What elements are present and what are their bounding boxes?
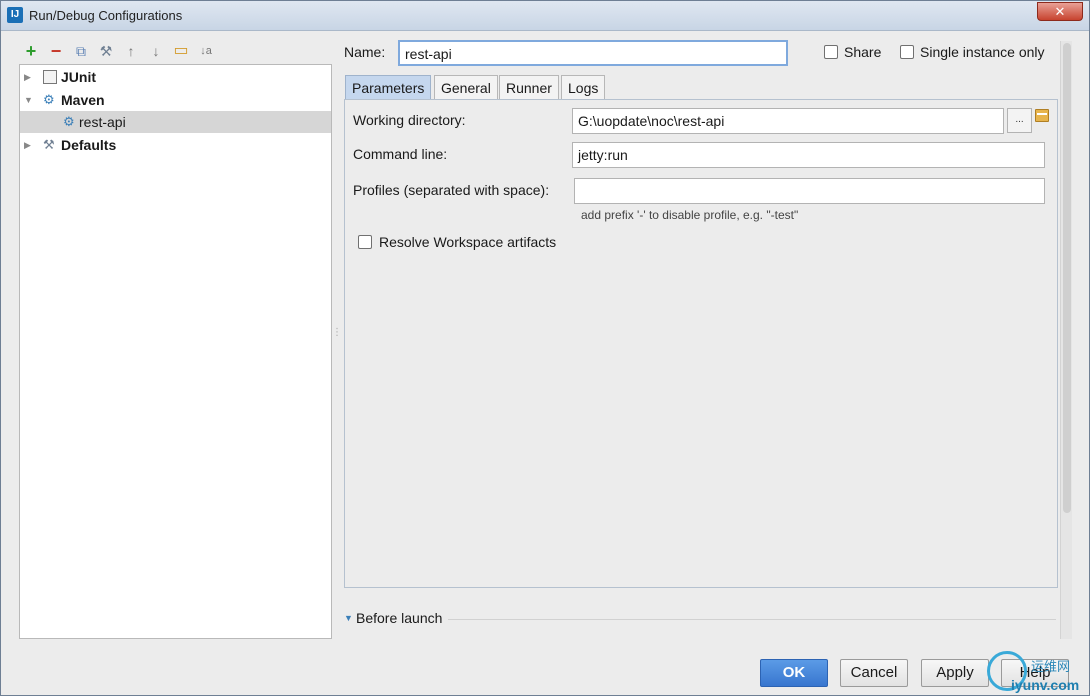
before-launch-divider [448, 619, 1056, 620]
vertical-scrollbar[interactable] [1060, 41, 1072, 639]
share-label: Share [844, 44, 882, 60]
cancel-button[interactable]: Cancel [840, 659, 908, 687]
tab-runner[interactable]: Runner [499, 75, 559, 100]
watermark-url: iyunv.com [1011, 677, 1080, 693]
tree-item-label: Defaults [61, 137, 117, 153]
expand-arrow-icon[interactable]: ▶ [24, 134, 31, 156]
add-configuration-icon[interactable]: + [22, 42, 40, 60]
share-checkbox[interactable] [824, 45, 838, 59]
command-line-input[interactable]: jetty:run [572, 142, 1045, 168]
tree-item-label: Maven [61, 92, 105, 108]
window-title: Run/Debug Configurations [29, 8, 183, 23]
title-bar: IJ Run/Debug Configurations ✕ [1, 1, 1089, 31]
tree-item-maven[interactable]: ▼ ⚙ Maven [20, 89, 331, 111]
tree-item-rest-api[interactable]: ⚙ rest-api [20, 111, 331, 133]
tab-parameters[interactable]: Parameters [345, 75, 432, 100]
tree-item-defaults[interactable]: ▶ ⚒ Defaults [20, 134, 331, 156]
run-debug-dialog: IJ Run/Debug Configurations ✕ + − ⧉ ⚒ ↑ … [0, 0, 1090, 696]
intellij-app-icon: IJ [7, 7, 23, 23]
splitter-handle[interactable]: ⋮ [332, 328, 342, 345]
collapse-arrow-icon[interactable]: ▼ [24, 89, 33, 111]
move-up-icon[interactable]: ↑ [122, 42, 140, 60]
maven-gear-icon: ⚙ [43, 92, 55, 107]
move-down-icon[interactable]: ↓ [147, 42, 165, 60]
command-line-label: Command line: [353, 146, 448, 162]
create-folder-icon[interactable]: ▭ [172, 42, 190, 60]
edit-defaults-icon[interactable]: ⚒ [97, 42, 115, 60]
remove-configuration-icon[interactable]: − [47, 42, 65, 60]
profiles-label: Profiles (separated with space): [353, 182, 550, 198]
profiles-input[interactable] [574, 178, 1045, 204]
configuration-tree: ▶ JUnit ▼ ⚙ Maven ⚙ rest-api ▶ ⚒ Default… [19, 64, 332, 639]
tree-item-label: JUnit [61, 69, 96, 85]
sort-configurations-icon[interactable]: ↓a [197, 42, 215, 60]
tree-item-label: rest-api [79, 114, 126, 130]
profiles-hint: add prefix '-' to disable profile, e.g. … [581, 208, 799, 222]
scrollbar-thumb[interactable] [1063, 43, 1071, 513]
single-instance-label: Single instance only [920, 44, 1045, 60]
before-launch-expand-icon[interactable]: ▼ [344, 613, 353, 623]
folder-icon[interactable] [1035, 109, 1049, 122]
copy-configuration-icon[interactable]: ⧉ [72, 42, 90, 60]
watermark-cn-text: 运维网 [1031, 659, 1071, 674]
close-window-button[interactable]: ✕ [1037, 2, 1083, 21]
working-directory-label: Working directory: [353, 112, 466, 128]
name-input[interactable]: rest-api [398, 40, 788, 66]
parameters-panel [344, 99, 1058, 588]
junit-icon [43, 70, 57, 84]
maven-gear-icon: ⚙ [63, 114, 75, 129]
apply-button[interactable]: Apply [921, 659, 989, 687]
resolve-workspace-label: Resolve Workspace artifacts [379, 234, 557, 250]
single-instance-checkbox[interactable] [900, 45, 914, 59]
browse-button[interactable]: ... [1007, 108, 1032, 133]
expand-arrow-icon[interactable]: ▶ [24, 66, 31, 88]
resolve-workspace-checkbox[interactable] [358, 235, 372, 249]
defaults-wrench-icon: ⚒ [43, 137, 55, 152]
tree-item-junit[interactable]: ▶ JUnit [20, 66, 331, 88]
tab-logs[interactable]: Logs [561, 75, 606, 100]
working-directory-input[interactable]: G:\uopdate\noc\rest-api [572, 108, 1004, 134]
name-label: Name: [344, 44, 386, 60]
ok-button[interactable]: OK [760, 659, 828, 687]
tab-general[interactable]: General [434, 75, 498, 100]
before-launch-label[interactable]: Before launch [356, 610, 442, 626]
